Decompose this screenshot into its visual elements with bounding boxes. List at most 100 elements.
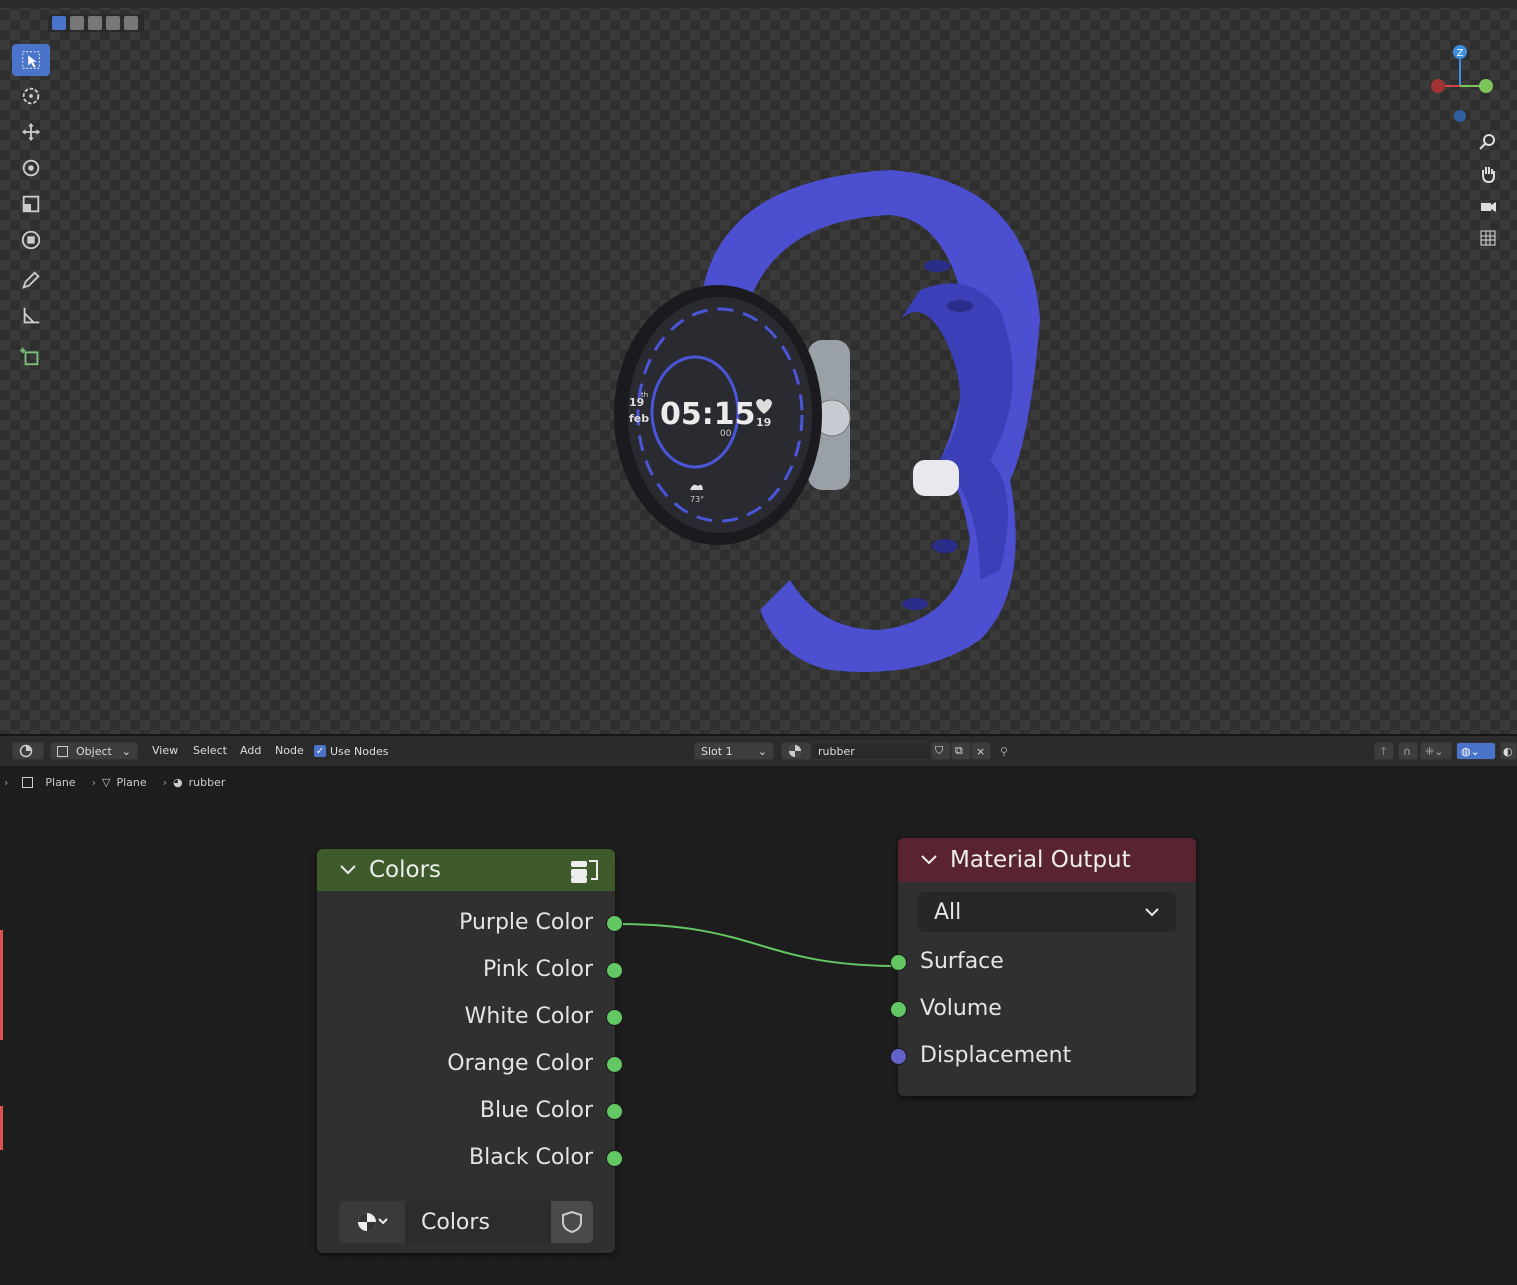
node-group-name-field[interactable]: Colors (405, 1201, 551, 1243)
menu-view[interactable]: View (152, 744, 178, 757)
node-links (615, 923, 899, 967)
use-nodes-toggle[interactable]: ✓ Use Nodes (314, 742, 389, 760)
output-socket[interactable] (606, 1056, 623, 1073)
object-mode-dropdown[interactable]: Object ⌄ (50, 742, 138, 760)
fake-user-button[interactable]: ⛉ (931, 742, 951, 760)
scale-tool[interactable] (12, 188, 50, 220)
render-target-value: All (934, 899, 962, 925)
select-subtract-mode-icon[interactable] (88, 16, 102, 30)
select-invert-mode-icon[interactable] (124, 16, 138, 30)
menu-select[interactable]: Select (193, 744, 227, 757)
y-axis-handle[interactable] (1479, 79, 1493, 93)
ortho-toggle-button[interactable] (1474, 224, 1502, 252)
strap-inner-side (900, 283, 1013, 580)
selection-mode-buttons[interactable] (48, 14, 144, 32)
input-displacement: Displacement (890, 1032, 1196, 1079)
strap-hole (932, 539, 958, 553)
move-tool[interactable] (12, 116, 50, 148)
chevron-down-icon: ⌄ (121, 744, 131, 758)
add-cube-tool[interactable] (12, 340, 50, 372)
smartwatch-model[interactable]: 05:15 00 19 th feb 19 73° (560, 160, 1080, 690)
material-name-field[interactable]: rubber (811, 742, 931, 760)
pin-button[interactable]: ⚲ (1000, 742, 1016, 760)
snap-toggle-button[interactable]: ∩ (1398, 742, 1418, 760)
material-slot-dropdown[interactable]: Slot 1 ⌄ (694, 742, 774, 760)
edge-indicator (0, 1106, 3, 1150)
input-socket[interactable] (890, 954, 907, 971)
transform-icon (21, 230, 41, 250)
select-intersect-mode-icon[interactable] (106, 16, 120, 30)
output-socket[interactable] (606, 962, 623, 979)
ruler-icon (23, 307, 40, 324)
output-socket[interactable] (606, 1150, 623, 1167)
neg-z-axis-handle[interactable] (1454, 110, 1466, 122)
snap-target-dropdown[interactable]: ⁜⌄ (1420, 742, 1452, 760)
editor-type-dropdown[interactable] (12, 742, 44, 760)
rotate-tool[interactable] (12, 152, 50, 184)
chevron-down-icon (1145, 908, 1159, 917)
watch-heart-rate: 19 (756, 416, 771, 429)
input-socket[interactable] (890, 1001, 907, 1018)
3d-cursor-icon (22, 87, 40, 105)
annotate-tool[interactable] (12, 264, 50, 296)
select-extend-mode-icon[interactable] (70, 16, 84, 30)
3d-viewport[interactable]: Z 05:15 00 19 th feb 19 73° (0, 0, 1517, 734)
socket-label: Pink Color (482, 957, 593, 982)
strap-hole (924, 260, 950, 272)
unlink-material-button[interactable]: × (971, 742, 991, 760)
checkbox-checked-icon[interactable]: ✓ (314, 745, 326, 757)
object-mode-label: Object (76, 744, 112, 758)
chevron-down-icon[interactable] (918, 849, 940, 871)
socket-label: Surface (920, 949, 1004, 974)
colors-node-header[interactable]: Colors (317, 849, 615, 891)
node-group-icon[interactable] (569, 857, 599, 885)
output-orange-color: Orange Color (317, 1040, 623, 1087)
output-socket[interactable] (606, 1103, 623, 1120)
select-new-mode-icon[interactable] (52, 16, 66, 30)
render-target-dropdown[interactable]: All (918, 892, 1176, 932)
menu-node[interactable]: Node (275, 744, 304, 757)
browse-material-button[interactable] (781, 742, 811, 760)
material-slot-label: Slot 1 (701, 744, 733, 758)
measure-tool[interactable] (12, 300, 50, 332)
shading-button[interactable]: ◐ (1500, 742, 1517, 760)
material-sphere-icon: ◕ (173, 775, 183, 789)
x-axis-handle[interactable] (1431, 79, 1445, 93)
input-socket[interactable] (890, 1048, 907, 1065)
zoom-button[interactable] (1474, 128, 1502, 156)
node-editor-header: Object ⌄ View Select Add Node ✓ Use Node… (0, 734, 1517, 766)
duplicate-material-button[interactable]: ⧉ (951, 742, 971, 760)
material-name-label: rubber (818, 744, 855, 758)
output-socket[interactable] (606, 915, 623, 932)
sphere-icon: ◐ (1503, 744, 1513, 758)
menu-add[interactable]: Add (240, 744, 261, 757)
strap-hole (947, 300, 973, 312)
camera-view-button[interactable] (1474, 192, 1502, 220)
node-group-selector[interactable]: Colors (339, 1201, 593, 1243)
browse-node-group-button[interactable] (339, 1201, 405, 1243)
parent-node-tree-button[interactable]: ↑ (1374, 742, 1394, 760)
pan-button[interactable] (1474, 160, 1502, 188)
colors-group-node[interactable]: Colors Purple Color Pink Color White Col… (317, 849, 623, 1253)
socket-label: White Color (464, 1004, 593, 1029)
chevron-right-icon: › (91, 775, 96, 789)
select-box-tool[interactable] (12, 44, 50, 76)
watch-time: 05:15 (660, 397, 756, 432)
chevron-down-icon: ⌄ (757, 744, 767, 758)
add-cube-icon (20, 347, 39, 366)
overlay-toggle-button[interactable]: ◍⌄ (1456, 742, 1496, 760)
node-canvas[interactable]: Colors Purple Color Pink Color White Col… (0, 796, 1517, 1285)
breadcrumb: › Plane › ▽ Plane › ◕ rubber (0, 768, 231, 796)
chevron-down-icon[interactable] (337, 859, 359, 881)
transform-tool[interactable] (12, 224, 50, 256)
material-sphere-icon (789, 745, 801, 757)
fake-user-button[interactable] (551, 1201, 593, 1243)
material-output-node[interactable]: Material Output All Surface Volume Displ… (890, 838, 1196, 1096)
object-icon (22, 776, 34, 788)
use-nodes-label: Use Nodes (330, 744, 389, 758)
cursor-tool[interactable] (12, 80, 50, 112)
node-tree-sphere-icon (358, 1213, 388, 1231)
navigation-gizmo[interactable]: Z (1420, 40, 1502, 130)
material-output-header[interactable]: Material Output (898, 838, 1196, 882)
output-socket[interactable] (606, 1009, 623, 1026)
